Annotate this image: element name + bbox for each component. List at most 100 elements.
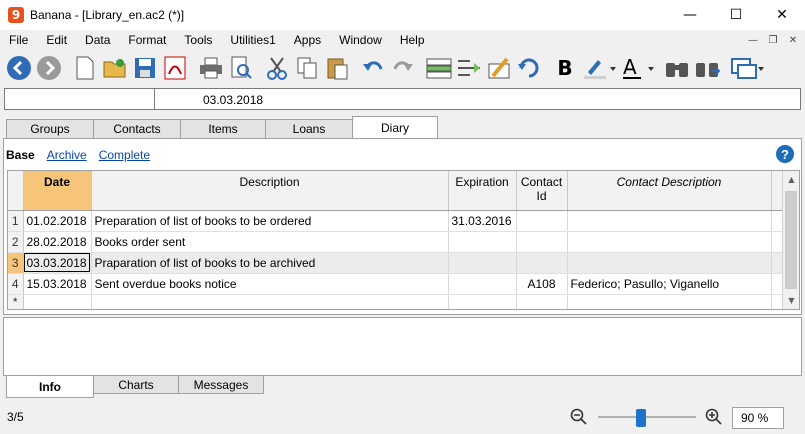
column-header-date[interactable]: Date (23, 171, 92, 211)
menu-help[interactable]: Help (391, 33, 434, 47)
minimize-button[interactable]: — (667, 0, 713, 30)
menu-tools[interactable]: Tools (175, 33, 221, 47)
cell-contact-description[interactable]: Federico; Pasullo; Viganello (567, 273, 772, 295)
vertical-scrollbar[interactable]: ▲ ▼ (782, 171, 799, 309)
cell-contact-id[interactable] (516, 231, 568, 253)
menu-window[interactable]: Window (330, 33, 391, 47)
cell-contact-id[interactable] (516, 294, 568, 309)
menu-data[interactable]: Data (76, 33, 119, 47)
column-header-contact-description[interactable]: Contact Description (567, 171, 772, 211)
cell-reference-box[interactable] (5, 89, 155, 109)
table-row-selected[interactable]: 3 03.03.2018 Praparation of list of book… (8, 252, 785, 274)
close-button[interactable]: ✕ (759, 0, 805, 30)
back-icon[interactable] (4, 53, 34, 83)
cell-description[interactable] (91, 294, 449, 309)
copy-icon[interactable] (292, 53, 322, 83)
add-row-icon[interactable] (424, 53, 454, 83)
cell-description[interactable]: Sent overdue books notice (91, 273, 449, 295)
column-header-description[interactable]: Description (91, 171, 449, 211)
text-color-icon[interactable]: A (618, 53, 656, 83)
table-row[interactable]: 2 28.02.2018 Books order sent (8, 231, 785, 253)
cell-contact-description[interactable] (567, 231, 772, 253)
cell-expiration[interactable] (448, 252, 517, 274)
bold-icon[interactable]: B (550, 53, 580, 83)
tab-items[interactable]: Items (180, 119, 266, 138)
banana-app-icon[interactable]: 9 (8, 7, 24, 23)
zoom-in-icon[interactable] (705, 408, 723, 426)
print-icon[interactable] (196, 53, 226, 83)
scroll-down-icon[interactable]: ▼ (783, 292, 799, 309)
maximize-button[interactable]: ☐ (713, 0, 759, 30)
save-icon[interactable] (130, 53, 160, 83)
forward-icon[interactable] (34, 53, 64, 83)
doc-close-button[interactable]: ✕ (785, 32, 801, 48)
cell-description[interactable]: Preparation of list of books to be order… (91, 210, 449, 232)
cell-contact-description[interactable] (567, 252, 772, 274)
row-number[interactable]: * (8, 294, 24, 309)
cell-expiration[interactable] (448, 273, 517, 295)
cell-expiration[interactable] (448, 231, 517, 253)
scroll-up-icon[interactable]: ▲ (783, 171, 799, 188)
tab-contacts[interactable]: Contacts (93, 119, 181, 138)
view-complete[interactable]: Complete (99, 148, 150, 162)
cell-date[interactable]: 15.03.2018 (23, 273, 92, 295)
menu-format[interactable]: Format (119, 33, 175, 47)
help-icon[interactable]: ? (776, 145, 794, 163)
insert-rows-icon[interactable] (454, 53, 484, 83)
redo-icon[interactable] (388, 53, 418, 83)
table-row[interactable]: 1 01.02.2018 Preparation of list of book… (8, 210, 785, 232)
zoom-slider-track[interactable] (598, 416, 696, 418)
cell-contact-description[interactable] (567, 210, 772, 232)
cell-contact-id[interactable] (516, 210, 568, 232)
row-number[interactable]: 3 (8, 252, 24, 274)
column-header-expiration[interactable]: Expiration (448, 171, 517, 211)
doc-restore-button[interactable]: ❐ (765, 32, 781, 48)
cell-description[interactable]: Praparation of list of books to be archi… (91, 252, 449, 274)
new-file-icon[interactable] (70, 53, 100, 83)
tab-charts[interactable]: Charts (93, 376, 179, 394)
zoom-percentage-field[interactable]: 90 % (732, 407, 784, 429)
cut-icon[interactable] (262, 53, 292, 83)
print-preview-icon[interactable] (226, 53, 256, 83)
scrollbar-thumb[interactable] (785, 191, 797, 289)
cell-contact-id[interactable] (516, 252, 568, 274)
tab-loans[interactable]: Loans (265, 119, 353, 138)
menu-file[interactable]: File (0, 33, 37, 47)
row-number[interactable]: 2 (8, 231, 24, 253)
menu-utilities1[interactable]: Utilities1 (221, 33, 284, 47)
cell-contact-id[interactable]: A108 (516, 273, 568, 295)
cell-description[interactable]: Books order sent (91, 231, 449, 253)
tab-messages[interactable]: Messages (178, 376, 264, 394)
table-row[interactable]: 4 15.03.2018 Sent overdue books notice A… (8, 273, 785, 295)
tab-groups[interactable]: Groups (6, 119, 94, 138)
row-number[interactable]: 4 (8, 273, 24, 295)
view-archive[interactable]: Archive (47, 148, 87, 162)
view-base[interactable]: Base (6, 148, 35, 162)
highlight-color-icon[interactable] (580, 53, 618, 83)
cell-date[interactable] (23, 294, 92, 309)
cell-expiration[interactable] (448, 294, 517, 309)
table-row-new[interactable]: * (8, 294, 785, 309)
tab-info[interactable]: Info (6, 376, 94, 398)
cell-date[interactable]: 01.02.2018 (23, 210, 92, 232)
cell-contact-description[interactable] (567, 294, 772, 309)
pdf-icon[interactable] (160, 53, 190, 83)
paste-icon[interactable] (322, 53, 352, 83)
formula-input[interactable]: 03.03.2018 (203, 93, 263, 107)
menu-edit[interactable]: Edit (37, 33, 76, 47)
edit-cell-icon[interactable] (484, 53, 514, 83)
zoom-slider-thumb[interactable] (636, 409, 646, 427)
find-next-icon[interactable] (692, 53, 722, 83)
tab-diary[interactable]: Diary (352, 116, 438, 138)
cell-expiration[interactable]: 31.03.2016 (448, 210, 517, 232)
row-number[interactable]: 1 (8, 210, 24, 232)
recheck-icon[interactable] (514, 53, 544, 83)
find-icon[interactable] (662, 53, 692, 83)
undo-icon[interactable] (358, 53, 388, 83)
open-folder-icon[interactable] (100, 53, 130, 83)
menu-apps[interactable]: Apps (285, 33, 330, 47)
zoom-out-icon[interactable] (570, 408, 588, 426)
cell-date[interactable]: 28.02.2018 (23, 231, 92, 253)
doc-minimize-button[interactable]: — (745, 32, 761, 48)
window-switch-icon[interactable] (728, 53, 766, 83)
